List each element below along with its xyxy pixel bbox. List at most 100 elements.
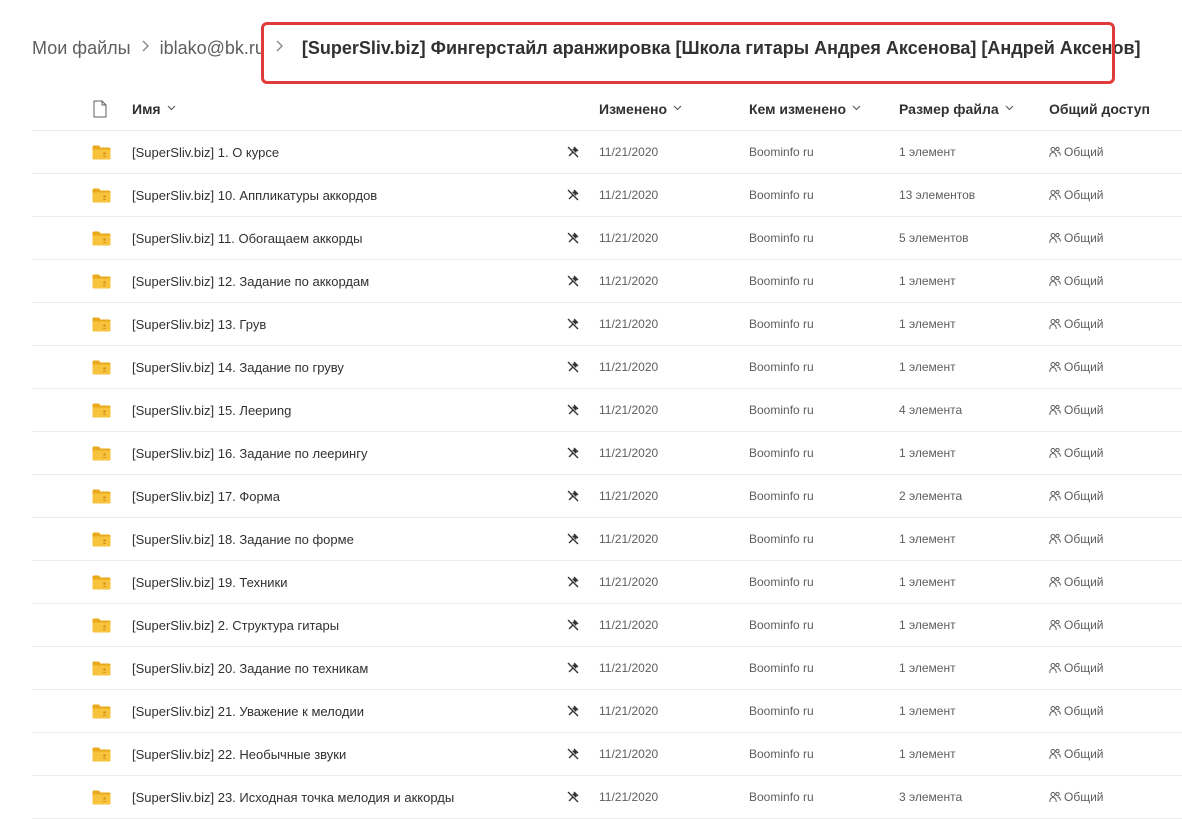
sharing-status[interactable]: Общий (1049, 561, 1104, 603)
sync-paused-icon[interactable] (565, 217, 581, 259)
file-name[interactable]: [SuperSliv.biz] 20. Задание по техникам (132, 647, 368, 689)
sync-paused-icon[interactable] (565, 346, 581, 388)
modified-by[interactable]: Boominfo ru (749, 389, 814, 431)
file-name[interactable]: [SuperSliv.biz] 16. Задание по леерингу (132, 432, 367, 474)
modified-date: 11/21/2020 (599, 145, 659, 159)
sync-paused-icon[interactable] (565, 475, 581, 517)
table-row[interactable]: [SuperSliv.biz] 23. Исходная точка мелод… (32, 776, 1182, 819)
modified-by[interactable]: Boominfo ru (749, 733, 814, 775)
table-row[interactable]: [SuperSliv.biz] 14. Задание по груву 11/… (32, 346, 1182, 389)
sharing-status[interactable]: Общий (1049, 518, 1104, 560)
table-row[interactable]: [SuperSliv.biz] 12. Задание по аккордам … (32, 260, 1182, 303)
column-header-size[interactable]: Размер файла (899, 87, 1014, 130)
file-name[interactable]: [SuperSliv.biz] 1. О курсе (132, 131, 279, 173)
modified-by[interactable]: Boominfo ru (749, 475, 814, 517)
table-row[interactable]: [SuperSliv.biz] 21. Уважение к мелодии 1… (32, 690, 1182, 733)
file-size: 1 элемент (899, 145, 956, 159)
sharing-status[interactable]: Общий (1049, 217, 1104, 259)
table-row[interactable]: [SuperSliv.biz] 10. Аппликатуры аккордов… (32, 174, 1182, 217)
modified-by[interactable]: Boominfo ru (749, 518, 814, 560)
sharing-status[interactable]: Общий (1049, 346, 1104, 388)
file-name[interactable]: [SuperSliv.biz] 17. Форма (132, 475, 280, 517)
file-name[interactable]: [SuperSliv.biz] 14. Задание по груву (132, 346, 344, 388)
sync-paused-icon[interactable] (565, 432, 581, 474)
modified-by[interactable]: Boominfo ru (749, 690, 814, 732)
sharing-status[interactable]: Общий (1049, 690, 1104, 732)
modified-by[interactable]: Boominfo ru (749, 260, 814, 302)
sync-paused-icon[interactable] (565, 776, 581, 818)
folder-icon (92, 260, 112, 302)
sync-paused-icon[interactable] (565, 604, 581, 646)
file-name[interactable]: [SuperSliv.biz] 19. Техники (132, 561, 287, 603)
sharing-status[interactable]: Общий (1049, 174, 1104, 216)
sharing-status[interactable]: Общий (1049, 475, 1104, 517)
sync-paused-icon[interactable] (565, 518, 581, 560)
sharing-status[interactable]: Общий (1049, 389, 1104, 431)
file-name[interactable]: [SuperSliv.biz] 15. Леериng (132, 389, 291, 431)
file-name[interactable]: [SuperSliv.biz] 21. Уважение к мелодии (132, 690, 364, 732)
sync-paused-icon[interactable] (565, 647, 581, 689)
breadcrumb-account[interactable]: iblako@bk.ru (160, 38, 265, 59)
breadcrumb-root[interactable]: Мои файлы (32, 38, 131, 59)
modified-by[interactable]: Boominfo ru (749, 432, 814, 474)
sharing-status[interactable]: Общий (1049, 260, 1104, 302)
table-row[interactable]: [SuperSliv.biz] 20. Задание по техникам … (32, 647, 1182, 690)
modified-by[interactable]: Boominfo ru (749, 776, 814, 818)
modified-by[interactable]: Boominfo ru (749, 647, 814, 689)
sharing-status[interactable]: Общий (1049, 733, 1104, 775)
breadcrumb-current-folder[interactable]: [SuperSliv.biz] Фингерстайл аранжировка … (298, 38, 1145, 59)
column-header-modified-by[interactable]: Кем изменено (749, 87, 861, 130)
column-header-name[interactable]: Имя (132, 87, 176, 130)
sync-paused-icon[interactable] (565, 260, 581, 302)
modified-by[interactable]: Boominfo ru (749, 174, 814, 216)
table-row[interactable]: [SuperSliv.biz] 2. Структура гитары 11/2… (32, 604, 1182, 647)
people-icon (1049, 447, 1061, 459)
sync-paused-icon[interactable] (565, 561, 581, 603)
people-icon (1049, 361, 1061, 373)
table-row[interactable]: [SuperSliv.biz] 22. Необычные звуки 11/2… (32, 733, 1182, 776)
file-name[interactable]: [SuperSliv.biz] 11. Обогащаем аккорды (132, 217, 362, 259)
column-header-modified[interactable]: Изменено (599, 87, 682, 130)
table-row[interactable]: [SuperSliv.biz] 1. О курсе 11/21/2020 Bo… (32, 131, 1182, 174)
table-row[interactable]: [SuperSliv.biz] 17. Форма 11/21/2020 Boo… (32, 475, 1182, 518)
sync-paused-icon[interactable] (565, 131, 581, 173)
sharing-status[interactable]: Общий (1049, 604, 1104, 646)
chevron-down-icon (673, 103, 682, 114)
table-row[interactable]: [SuperSliv.biz] 15. Леериng 11/21/2020 B… (32, 389, 1182, 432)
document-icon[interactable] (92, 87, 108, 130)
sharing-status[interactable]: Общий (1049, 647, 1104, 689)
sync-paused-icon[interactable] (565, 389, 581, 431)
table-row[interactable]: [SuperSliv.biz] 16. Задание по леерингу … (32, 432, 1182, 475)
file-name[interactable]: [SuperSliv.biz] 22. Необычные звуки (132, 733, 346, 775)
modified-by[interactable]: Boominfo ru (749, 303, 814, 345)
file-name[interactable]: [SuperSliv.biz] 2. Структура гитары (132, 604, 339, 646)
sharing-status[interactable]: Общий (1049, 131, 1104, 173)
folder-icon (92, 432, 112, 474)
modified-by[interactable]: Boominfo ru (749, 346, 814, 388)
file-name[interactable]: [SuperSliv.biz] 18. Задание по форме (132, 518, 354, 560)
sync-paused-icon[interactable] (565, 303, 581, 345)
table-row[interactable]: [SuperSliv.biz] 13. Грув 11/21/2020 Boom… (32, 303, 1182, 346)
file-name[interactable]: [SuperSliv.biz] 12. Задание по аккордам (132, 260, 369, 302)
sync-paused-icon[interactable] (565, 690, 581, 732)
people-icon (1049, 791, 1061, 803)
table-row[interactable]: [SuperSliv.biz] 18. Задание по форме 11/… (32, 518, 1182, 561)
sharing-status[interactable]: Общий (1049, 432, 1104, 474)
file-name[interactable]: [SuperSliv.biz] 13. Грув (132, 303, 266, 345)
column-header-sharing[interactable]: Общий доступ (1049, 87, 1150, 130)
file-name[interactable]: [SuperSliv.biz] 10. Аппликатуры аккордов (132, 174, 377, 216)
modified-by[interactable]: Boominfo ru (749, 131, 814, 173)
chevron-right-icon (141, 39, 150, 58)
sync-paused-icon[interactable] (565, 174, 581, 216)
modified-by[interactable]: Boominfo ru (749, 217, 814, 259)
modified-by[interactable]: Boominfo ru (749, 561, 814, 603)
sync-paused-icon[interactable] (565, 733, 581, 775)
table-row[interactable]: [SuperSliv.biz] 11. Обогащаем аккорды 11… (32, 217, 1182, 260)
file-name[interactable]: [SuperSliv.biz] 23. Исходная точка мелод… (132, 776, 454, 818)
sharing-status[interactable]: Общий (1049, 776, 1104, 818)
modified-by[interactable]: Boominfo ru (749, 604, 814, 646)
table-row[interactable]: [SuperSliv.biz] 19. Техники 11/21/2020 B… (32, 561, 1182, 604)
folder-icon (92, 389, 112, 431)
sharing-status[interactable]: Общий (1049, 303, 1104, 345)
people-icon (1049, 705, 1061, 717)
